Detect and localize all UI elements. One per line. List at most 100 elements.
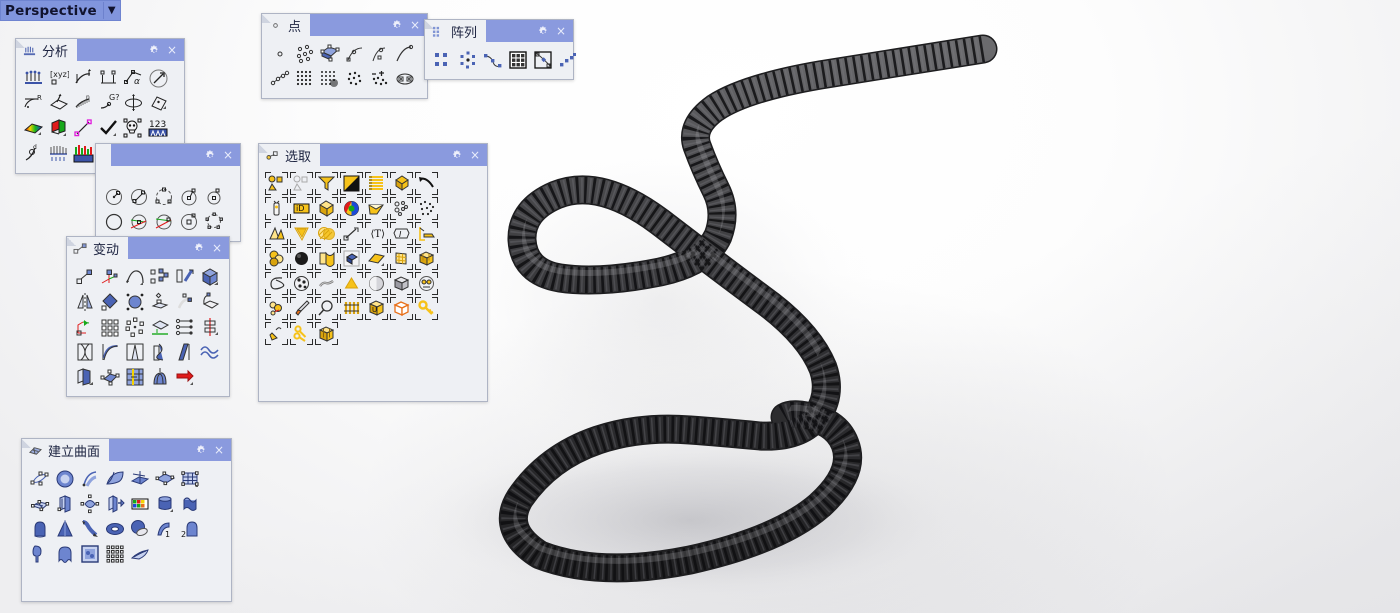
angle-icon[interactable]: α — [121, 66, 146, 91]
smooth-icon[interactable] — [197, 339, 222, 364]
surface-ellipsoid-icon[interactable] — [127, 516, 152, 541]
toolbar-select[interactable]: 选取 × iD ⟨T⟩ I U — [258, 143, 488, 402]
orient-2point-icon[interactable] — [147, 289, 172, 314]
select-text-icon[interactable]: ⟨T⟩ — [364, 221, 389, 246]
invert-selection-icon[interactable] — [339, 171, 364, 196]
continuity-g-icon[interactable]: G? — [96, 91, 121, 116]
radius-icon[interactable]: R — [21, 91, 46, 116]
surface-sweep1-icon[interactable] — [77, 516, 102, 541]
align-icon[interactable] — [197, 314, 222, 339]
surface-from-curves-icon[interactable] — [77, 466, 102, 491]
filter-icon[interactable] — [314, 171, 339, 196]
circle-around-curve-icon[interactable] — [201, 184, 226, 209]
surface-loft-icon[interactable] — [27, 516, 52, 541]
array-grid-icon[interactable] — [505, 47, 530, 72]
remap-cplane-icon[interactable] — [72, 314, 97, 339]
surface-heightfield-icon[interactable] — [127, 491, 152, 516]
point-divide-icon[interactable] — [367, 41, 392, 66]
select-polysurface-icon[interactable] — [414, 246, 439, 271]
twist-icon[interactable] — [72, 339, 97, 364]
surface-control-points-icon[interactable] — [27, 466, 52, 491]
select-by-color-icon[interactable] — [339, 196, 364, 221]
arrow-red-icon[interactable] — [172, 364, 197, 389]
select-annotation-icon[interactable]: I — [389, 221, 414, 246]
set-points-icon[interactable] — [172, 314, 197, 339]
close-icon[interactable]: × — [212, 242, 222, 254]
mirror-icon[interactable] — [72, 289, 97, 314]
rotate-icon[interactable] — [122, 264, 147, 289]
circle-plain-icon[interactable] — [101, 209, 126, 234]
curvature-analysis-icon[interactable] — [21, 116, 46, 141]
surface-normal-icon[interactable] — [46, 91, 71, 116]
surface-cone-icon[interactable] — [52, 516, 77, 541]
point-deviation-icon[interactable] — [71, 116, 96, 141]
count-123-icon[interactable]: 123 — [146, 116, 171, 141]
direction-arrow-icon[interactable] — [146, 66, 171, 91]
select-curve-icon[interactable] — [264, 271, 289, 296]
array-polar-icon[interactable] — [122, 314, 147, 339]
select-block-icon[interactable] — [339, 246, 364, 271]
surface-extrude-icon[interactable] — [52, 491, 77, 516]
surface-planar-icon[interactable] — [127, 466, 152, 491]
toolbar-point[interactable]: 点 × — [261, 13, 428, 99]
histogram-icon[interactable] — [71, 141, 96, 166]
select-sphere-object-icon[interactable] — [364, 271, 389, 296]
distance-icon[interactable] — [96, 66, 121, 91]
array-linear-icon[interactable] — [555, 47, 580, 72]
select-clipping-plane-icon[interactable] — [314, 271, 339, 296]
circle-3point-icon[interactable] — [151, 184, 176, 209]
surface-grid-icon[interactable] — [177, 466, 202, 491]
surface-sphere-icon[interactable] — [52, 466, 77, 491]
toolbar-tab[interactable] — [96, 144, 111, 166]
point-closest-icon[interactable] — [342, 41, 367, 66]
surface-drape-icon[interactable] — [27, 541, 52, 566]
points-from-object-icon[interactable] — [267, 66, 292, 91]
polygon-circle-icon[interactable] — [201, 209, 226, 234]
gear-icon[interactable] — [452, 149, 463, 161]
toolbar-titlebar[interactable]: 变动 × — [67, 237, 229, 259]
surface-point-grid-icon[interactable] — [102, 541, 127, 566]
copy-icon[interactable] — [147, 264, 172, 289]
select-keys-icon[interactable] — [289, 321, 314, 346]
toolbar-transform[interactable]: 变动 × — [66, 236, 230, 397]
array-polar-icon[interactable] — [455, 47, 480, 72]
derivative-icon[interactable]: d — [21, 141, 46, 166]
surface-patch-icon[interactable] — [152, 466, 177, 491]
point-curve-end-icon[interactable] — [392, 41, 417, 66]
sporph-icon[interactable] — [147, 364, 172, 389]
select-all-icon[interactable] — [364, 171, 389, 196]
toolbar-tab[interactable]: 变动 — [67, 237, 129, 259]
select-paint-icon[interactable] — [289, 296, 314, 321]
toolbar-titlebar[interactable]: 点 × — [262, 14, 427, 36]
scale-3d-icon[interactable] — [122, 289, 147, 314]
circle-tangent-2curves-icon[interactable] — [126, 209, 151, 234]
gear-icon[interactable] — [392, 19, 403, 31]
select-sphere-icon[interactable] — [289, 246, 314, 271]
surface-network-icon[interactable] — [77, 491, 102, 516]
close-icon[interactable]: × — [223, 149, 233, 161]
deselect-objects-icon[interactable] — [289, 171, 314, 196]
gear-icon[interactable] — [205, 149, 216, 161]
select-dimension-icon[interactable] — [339, 221, 364, 246]
select-next-icon[interactable] — [264, 196, 289, 221]
circle-tangent-3curves-icon[interactable] — [151, 209, 176, 234]
select-tag-icon[interactable] — [264, 321, 289, 346]
points-on-surface-icon[interactable] — [21, 66, 46, 91]
surface-extrude-tapered-icon[interactable] — [102, 491, 127, 516]
select-by-name-icon[interactable] — [264, 221, 289, 246]
select-by-id-icon[interactable]: iD — [289, 196, 314, 221]
circle-diameter-icon[interactable] — [126, 184, 151, 209]
circle-tangent-icon[interactable] — [176, 184, 201, 209]
splop-icon[interactable] — [122, 364, 147, 389]
gear-icon[interactable] — [538, 25, 549, 37]
select-magnify-icon[interactable] — [314, 296, 339, 321]
draft-angle-icon[interactable] — [46, 116, 71, 141]
close-icon[interactable]: × — [470, 149, 480, 161]
select-small-objects-icon[interactable] — [389, 196, 414, 221]
volume-centroid-icon[interactable] — [121, 91, 146, 116]
toolbar-tab[interactable]: 选取 — [259, 144, 321, 166]
circle-center-radius-icon[interactable] — [101, 184, 126, 209]
single-point-icon[interactable] — [267, 41, 292, 66]
gear-icon[interactable] — [149, 44, 160, 56]
scale-1d-icon[interactable] — [97, 289, 122, 314]
